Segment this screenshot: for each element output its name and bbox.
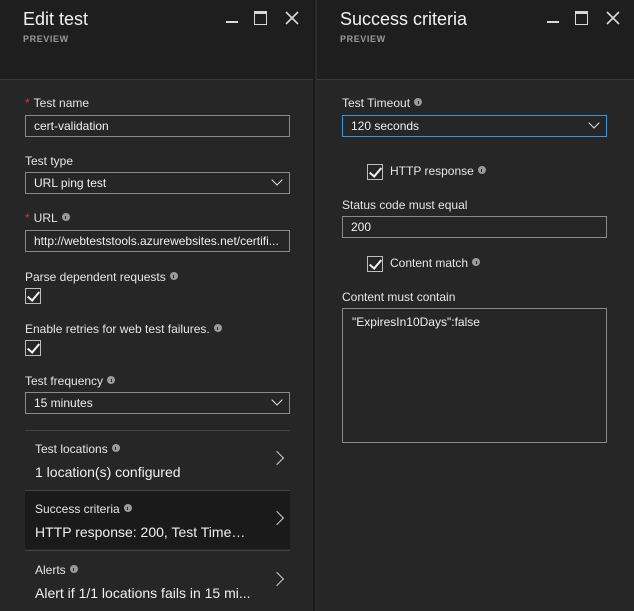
blade-header: Edit test PREVIEW <box>0 0 313 80</box>
info-icon[interactable] <box>61 213 70 221</box>
url-label-text: URL <box>33 211 58 225</box>
enable-retries-label-text: Enable retries for web test failures. <box>25 322 210 336</box>
nav-item-test-locations[interactable]: Test locations 1 location(s) configured <box>25 431 290 489</box>
content-match-checkbox[interactable] <box>367 256 383 272</box>
blade-subtitle: PREVIEW <box>23 34 69 44</box>
content-contain-textarea[interactable]: "ExpiresIn10Days":false <box>342 308 607 443</box>
http-response-label-text: HTTP response <box>390 164 474 178</box>
nav-item-title-text: Alerts <box>35 563 66 577</box>
test-frequency-select[interactable]: 15 minutes <box>25 392 290 414</box>
chevron-right-icon <box>269 450 285 466</box>
nav-item-value: HTTP response: 200, Test Timeout... <box>35 524 253 540</box>
nav-item-title: Alerts <box>35 563 78 577</box>
nav-item-title-text: Test locations <box>35 442 108 456</box>
status-code-input[interactable]: 200 <box>342 216 607 238</box>
nav-item-value: Alert if 1/1 locations fails in 15 mi... <box>35 585 251 601</box>
test-frequency-label-text: Test frequency <box>25 374 104 388</box>
test-timeout-label-text: Test Timeout <box>342 96 411 110</box>
blade-title: Success criteria <box>340 9 468 29</box>
parse-dependent-checkbox[interactable] <box>25 288 41 304</box>
info-icon[interactable] <box>472 258 481 266</box>
info-icon[interactable] <box>123 504 132 512</box>
divider <box>25 550 290 551</box>
chevron-right-icon <box>269 510 285 526</box>
status-code-label: Status code must equal <box>342 198 468 212</box>
chevron-down-icon <box>271 394 283 406</box>
info-icon[interactable] <box>69 565 78 573</box>
chevron-right-icon <box>269 571 285 587</box>
nav-item-value: 1 location(s) configured <box>35 464 181 480</box>
http-response-checkbox[interactable] <box>367 164 383 180</box>
test-name-input[interactable]: cert-validation <box>25 115 290 137</box>
info-icon[interactable] <box>111 444 120 452</box>
enable-retries-label: Enable retries for web test failures. <box>25 322 222 336</box>
close-icon[interactable] <box>283 9 301 27</box>
blade-header: Success criteria PREVIEW <box>317 0 634 80</box>
nav-item-title-text: Success criteria <box>35 502 120 516</box>
content-match-label-text: Content match <box>390 256 469 270</box>
test-timeout-label: Test Timeout <box>342 96 423 110</box>
chevron-down-icon <box>588 117 600 129</box>
test-frequency-value: 15 minutes <box>34 396 93 410</box>
test-name-label: * Test name <box>25 96 89 110</box>
test-type-label: Test type <box>25 154 74 168</box>
edit-test-blade: Edit test PREVIEW * Test name cert-valida… <box>0 0 315 611</box>
nav-item-title: Success criteria <box>35 502 132 516</box>
required-marker: * <box>25 96 30 110</box>
test-timeout-select[interactable]: 120 seconds <box>342 115 607 137</box>
content-contain-label: Content must contain <box>342 290 456 304</box>
test-name-label-text: Test name <box>33 96 90 110</box>
test-type-value: URL ping test <box>34 176 107 190</box>
required-marker: * <box>25 211 30 225</box>
test-frequency-label: Test frequency <box>25 374 116 388</box>
info-icon[interactable] <box>107 376 116 384</box>
test-type-select[interactable]: URL ping test <box>25 172 290 194</box>
nav-item-success-criteria[interactable]: Success criteria HTTP response: 200, Tes… <box>25 491 290 549</box>
content-match-label: Content match <box>390 256 481 270</box>
minimize-icon[interactable] <box>544 9 562 27</box>
nav-item-title: Test locations <box>35 442 120 456</box>
test-timeout-value: 120 seconds <box>351 119 420 133</box>
parse-dependent-label: Parse dependent requests <box>25 270 178 284</box>
maximize-icon[interactable] <box>572 9 590 27</box>
maximize-icon[interactable] <box>251 9 269 27</box>
url-input[interactable]: http://webteststools.azurewebsites.net/c… <box>25 230 290 252</box>
http-response-label: HTTP response <box>390 164 486 178</box>
info-icon[interactable] <box>169 272 178 280</box>
minimize-icon[interactable] <box>223 9 241 27</box>
url-label: * URL <box>25 211 70 225</box>
close-icon[interactable] <box>604 9 622 27</box>
enable-retries-checkbox[interactable] <box>25 340 41 356</box>
blade-subtitle: PREVIEW <box>340 34 386 44</box>
info-icon[interactable] <box>414 98 423 106</box>
info-icon[interactable] <box>477 166 486 174</box>
nav-item-alerts[interactable]: Alerts Alert if 1/1 locations fails in 1… <box>25 552 290 610</box>
info-icon[interactable] <box>213 324 222 332</box>
success-criteria-blade: Success criteria PREVIEW Test Timeout 12… <box>317 0 634 611</box>
parse-dependent-label-text: Parse dependent requests <box>25 270 166 284</box>
chevron-down-icon <box>271 174 283 186</box>
blade-title: Edit test <box>23 9 89 29</box>
